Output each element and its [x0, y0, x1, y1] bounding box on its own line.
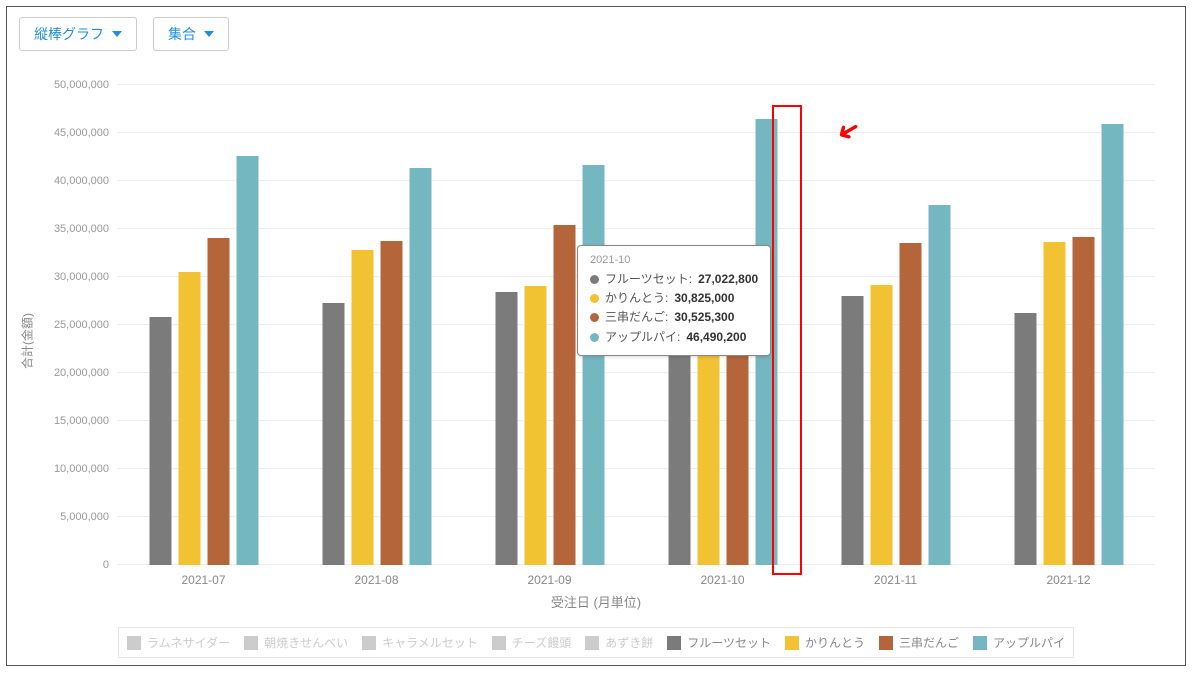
- x-tick: 2021-09: [527, 573, 571, 587]
- legend-label: キャラメルセット: [382, 634, 478, 651]
- bar[interactable]: [207, 238, 229, 565]
- y-tick: 20,000,000: [54, 367, 109, 379]
- chevron-down-icon: [112, 31, 122, 37]
- bar[interactable]: [726, 272, 748, 565]
- grouping-label: 集合: [168, 24, 196, 44]
- grouping-select[interactable]: 集合: [153, 17, 229, 51]
- bar[interactable]: [697, 269, 719, 565]
- toolbar: 縦棒グラフ 集合: [7, 7, 1185, 61]
- bar[interactable]: [409, 168, 431, 565]
- legend-label: かりんとう: [805, 634, 865, 651]
- y-tick: 5,000,000: [60, 511, 109, 523]
- x-tick: 2021-08: [354, 573, 398, 587]
- legend-label: あずき餅: [605, 634, 653, 651]
- legend-box: ラムネサイダー 朝焼きせんべい キャラメルセット チーズ饅頭 あずき餅 フルーツセット かり…: [118, 627, 1074, 658]
- x-tick: 2021-12: [1046, 573, 1090, 587]
- bar-group[interactable]: 2021-10: [636, 85, 809, 565]
- bar-group[interactable]: 2021-09: [463, 85, 636, 565]
- bar[interactable]: [524, 286, 546, 565]
- x-tick: 2021-07: [181, 573, 225, 587]
- chart-type-label: 縦棒グラフ: [34, 24, 104, 44]
- bar-groups: 2021-072021-082021-092021-102021-112021-…: [117, 85, 1155, 565]
- bar[interactable]: [495, 292, 517, 565]
- bar[interactable]: [380, 241, 402, 565]
- legend-swatch: [667, 636, 681, 650]
- y-tick: 10,000,000: [54, 463, 109, 475]
- legend-swatch: [127, 636, 141, 650]
- legend-swatch: [879, 636, 893, 650]
- legend-swatch: [973, 636, 987, 650]
- legend-item[interactable]: キャラメルセット: [362, 634, 478, 651]
- bar[interactable]: [928, 205, 950, 565]
- legend-label: フルーツセット: [687, 634, 771, 651]
- bar[interactable]: [668, 306, 690, 565]
- bar[interactable]: [582, 165, 604, 565]
- bar[interactable]: [351, 250, 373, 565]
- y-tick: 30,000,000: [54, 271, 109, 283]
- chart-area: 合計(金額) 05,000,00010,000,00015,000,00020,…: [7, 61, 1185, 621]
- legend-label: 朝焼きせんべい: [264, 634, 348, 651]
- y-tick: 45,000,000: [54, 127, 109, 139]
- legend-item[interactable]: かりんとう: [785, 634, 865, 651]
- bar-group[interactable]: 2021-12: [982, 85, 1155, 565]
- legend-label: チーズ饅頭: [512, 634, 571, 651]
- chart-frame: 縦棒グラフ 集合 合計(金額) 05,000,00010,000,00015,0…: [6, 6, 1186, 666]
- legend-swatch: [785, 636, 799, 650]
- legend-item[interactable]: 三串だんご: [879, 634, 959, 651]
- bar-group[interactable]: 2021-08: [290, 85, 463, 565]
- chevron-down-icon: [204, 31, 214, 37]
- y-tick: 25,000,000: [54, 319, 109, 331]
- bar[interactable]: [1072, 237, 1094, 565]
- legend-item[interactable]: あずき餅: [585, 634, 653, 651]
- x-tick: 2021-11: [874, 573, 917, 587]
- bar[interactable]: [236, 156, 258, 565]
- bar[interactable]: [841, 296, 863, 565]
- bar[interactable]: [1043, 242, 1065, 565]
- bar-group[interactable]: 2021-11: [809, 85, 982, 565]
- y-tick: 50,000,000: [54, 79, 109, 91]
- legend-label: 三串だんご: [899, 634, 959, 651]
- legend-swatch: [244, 636, 258, 650]
- legend-item[interactable]: フルーツセット: [667, 634, 771, 651]
- y-tick: 35,000,000: [54, 223, 109, 235]
- bar[interactable]: [899, 243, 921, 565]
- bar[interactable]: [178, 272, 200, 565]
- y-tick: 0: [103, 559, 109, 571]
- y-tick: 15,000,000: [54, 415, 109, 427]
- plot-area[interactable]: 2021-072021-082021-092021-102021-112021-…: [117, 85, 1155, 565]
- legend-item[interactable]: チーズ饅頭: [492, 634, 571, 651]
- chart-type-select[interactable]: 縦棒グラフ: [19, 17, 137, 51]
- legend: ラムネサイダー 朝焼きせんべい キャラメルセット チーズ饅頭 あずき餅 フルーツセット かり…: [7, 621, 1185, 666]
- bar[interactable]: [553, 225, 575, 565]
- bar[interactable]: [870, 285, 892, 565]
- y-tick: 40,000,000: [54, 175, 109, 187]
- legend-label: ラムネサイダー: [147, 634, 230, 651]
- legend-item[interactable]: アップルパイ: [973, 634, 1065, 651]
- bar[interactable]: [322, 303, 344, 565]
- legend-swatch: [492, 636, 506, 650]
- x-axis-title: 受注日 (月単位): [551, 592, 641, 611]
- legend-item[interactable]: 朝焼きせんべい: [244, 634, 348, 651]
- bar-group[interactable]: 2021-07: [117, 85, 290, 565]
- bar[interactable]: [755, 119, 777, 565]
- x-tick: 2021-10: [700, 573, 744, 587]
- bar[interactable]: [149, 317, 171, 565]
- bar[interactable]: [1101, 124, 1123, 565]
- legend-item[interactable]: ラムネサイダー: [127, 634, 230, 651]
- legend-swatch: [585, 636, 599, 650]
- y-axis-ticks: 05,000,00010,000,00015,000,00020,000,000…: [7, 85, 117, 565]
- legend-label: アップルパイ: [993, 634, 1065, 651]
- legend-swatch: [362, 636, 376, 650]
- bar[interactable]: [1014, 313, 1036, 565]
